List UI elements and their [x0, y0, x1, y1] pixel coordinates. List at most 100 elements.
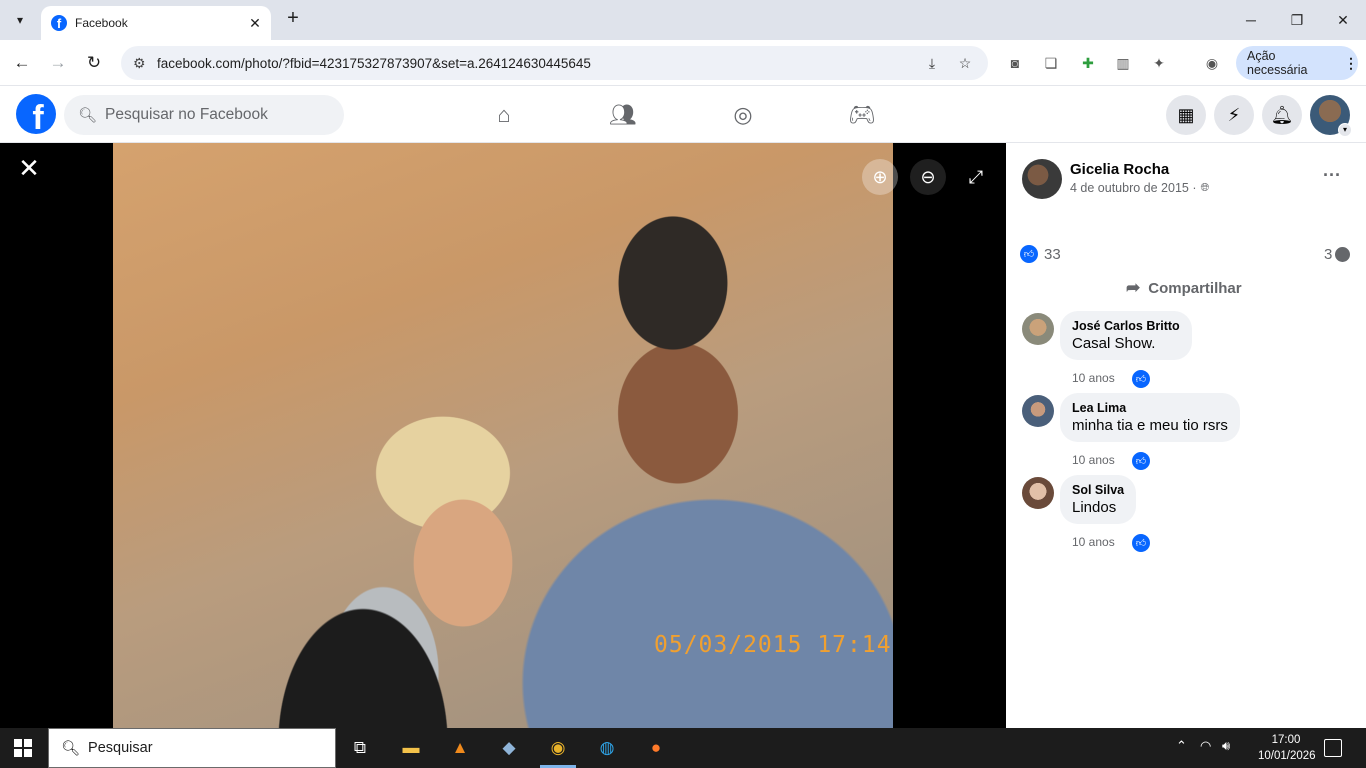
chevron-down-icon: ▾: [1338, 123, 1352, 137]
gaming-tab-icon[interactable]: 🎮︎: [848, 101, 876, 129]
comment-count: 3: [1324, 246, 1333, 263]
install-app-icon[interactable]: ⤓: [922, 53, 942, 73]
trash-icon[interactable]: ▥: [1113, 53, 1133, 73]
like-icon: 👍︎: [1020, 245, 1038, 263]
reaction-count: 33: [1044, 245, 1061, 263]
url-text[interactable]: facebook.com/photo/?fbid=423175327873907…: [157, 56, 591, 71]
tray-chevron-up-icon[interactable]: ⌃: [1176, 738, 1187, 754]
comment-bubble-icon: [1335, 247, 1351, 262]
commenter-name[interactable]: Sol Silva: [1072, 483, 1124, 497]
profile-icon[interactable]: ◉: [1202, 53, 1222, 73]
comment-time[interactable]: 10 anos: [1072, 453, 1115, 467]
commenter-avatar[interactable]: [1022, 313, 1054, 345]
comment-item: José Carlos Britto Casal Show. 10 anos 👍…: [1022, 311, 1352, 395]
close-viewer-icon[interactable]: ✕: [16, 155, 42, 181]
chrome-icon[interactable]: ◉: [543, 734, 573, 762]
author-avatar[interactable]: [1022, 159, 1062, 199]
reload-button[interactable]: ↻: [82, 51, 106, 75]
commenter-avatar[interactable]: [1022, 395, 1054, 427]
address-bar[interactable]: ⚙ facebook.com/photo/?fbid=4231753278739…: [121, 46, 988, 80]
minimize-window-button[interactable]: ─: [1236, 8, 1266, 32]
notifications-button[interactable]: 🔔︎: [1262, 95, 1302, 135]
share-arrow-icon: ➦: [1126, 278, 1141, 297]
bookmark-star-icon[interactable]: ☆: [955, 53, 975, 73]
taskbar-search-placeholder: Pesquisar: [88, 740, 153, 756]
clock-time: 17:00: [1271, 734, 1301, 746]
windows-taskbar: 🔍︎ Pesquisar ⧉ ▬ ▲ ◆ ◉ ◍ ● ⌃ ◠ 🔊︎ 17:00 …: [0, 728, 1366, 768]
facebook-search-input[interactable]: 🔍︎ Pesquisar no Facebook: [64, 95, 344, 135]
messenger-icon: ⚡︎: [1227, 104, 1241, 125]
home-tab-icon[interactable]: ⌂: [490, 101, 518, 129]
photo-image: 05/03/2015 17:14: [113, 143, 893, 728]
extensions-puzzle-icon[interactable]: ✦: [1149, 53, 1169, 73]
notes-app-icon[interactable]: ◆: [494, 734, 524, 762]
account-avatar[interactable]: ▾: [1310, 95, 1352, 137]
search-icon: 🔍︎: [78, 107, 98, 124]
action-required-label: Ação necessária: [1247, 49, 1308, 77]
taskbar-search-input[interactable]: 🔍︎ Pesquisar: [48, 728, 336, 768]
facebook-favicon-icon: f: [51, 15, 67, 31]
browser-tab-facebook[interactable]: f Facebook ✕: [41, 6, 271, 40]
search-icon: 🔍︎: [61, 740, 81, 757]
volume-icon[interactable]: 🔊︎: [1222, 738, 1230, 754]
back-button[interactable]: ←: [10, 51, 34, 75]
firefox-icon[interactable]: ●: [641, 734, 671, 762]
photo-date-stamp: 05/03/2015 17:14: [654, 632, 892, 658]
camera-icon[interactable]: ◙: [1005, 53, 1025, 73]
windows-start-icon[interactable]: [14, 739, 32, 757]
browser-toolbar: ← → ↻ ⚙ facebook.com/photo/?fbid=4231753…: [0, 40, 1366, 86]
arrow-left-icon: ←: [13, 53, 31, 72]
fullscreen-icon[interactable]: ⤢: [958, 159, 994, 195]
vlc-icon[interactable]: ▲: [445, 734, 475, 762]
taskbar-clock[interactable]: 17:00 10/01/2026: [1258, 732, 1316, 764]
network-icon[interactable]: ◠: [1200, 738, 1211, 754]
facebook-logo-icon[interactable]: f: [16, 94, 56, 134]
comment-text: minha tia e meu tio rsrs: [1072, 417, 1228, 434]
forward-button[interactable]: →: [46, 51, 70, 75]
comment-time[interactable]: 10 anos: [1072, 535, 1115, 549]
comment-item: Lea Lima minha tia e meu tio rsrs 10 ano…: [1022, 393, 1352, 477]
browser-tab-bar: ▾ f Facebook ✕ + ─ ❐ ✕: [0, 0, 1366, 40]
menu-grid-button[interactable]: ▦: [1166, 95, 1206, 135]
reactions-summary[interactable]: 👍︎ 33: [1020, 245, 1061, 263]
more-vertical-icon: ⋮: [1344, 54, 1358, 71]
messenger-button[interactable]: ⚡︎: [1214, 95, 1254, 135]
search-placeholder: Pesquisar no Facebook: [105, 106, 268, 123]
file-explorer-icon[interactable]: ▬: [396, 734, 426, 762]
arrow-right-icon: →: [49, 53, 67, 72]
comment-time[interactable]: 10 anos: [1072, 371, 1115, 385]
action-required-button[interactable]: Ação necessária ⋮: [1236, 46, 1358, 80]
post-date-text: 4 de outubro de 2015 ·: [1070, 181, 1197, 195]
zoom-in-icon[interactable]: ⊕: [862, 159, 898, 195]
post-options-button[interactable]: ···: [1318, 165, 1346, 189]
comment-text: Casal Show.: [1072, 335, 1156, 352]
comment-item: Sol Silva Lindos 10 anos 👍︎: [1022, 475, 1352, 559]
edge-icon[interactable]: ◍: [592, 734, 622, 762]
comment-count-button[interactable]: 3: [1324, 246, 1351, 263]
author-name[interactable]: Gicelia Rocha: [1070, 161, 1169, 178]
comment-bubble: Lea Lima minha tia e meu tio rsrs: [1060, 393, 1240, 442]
zoom-out-icon[interactable]: ⊖: [910, 159, 946, 195]
notification-center-icon[interactable]: [1324, 739, 1342, 757]
bell-icon: 🔔︎: [1270, 104, 1294, 125]
like-icon: 👍︎: [1130, 532, 1152, 554]
commenter-name[interactable]: José Carlos Britto: [1072, 319, 1180, 333]
extension-plus-icon[interactable]: ✚: [1078, 53, 1098, 73]
task-view-icon[interactable]: ⧉: [345, 734, 375, 762]
copy-icon[interactable]: ❏: [1041, 53, 1061, 73]
close-window-button[interactable]: ✕: [1328, 8, 1358, 32]
friends-tab-icon[interactable]: 👥︎: [609, 101, 637, 129]
share-button[interactable]: ➦ Compartilhar: [1126, 277, 1242, 299]
tab-title: Facebook: [75, 16, 128, 30]
post-date[interactable]: 4 de outubro de 2015 · 🌐︎: [1070, 181, 1209, 195]
site-info-icon[interactable]: ⚙: [133, 55, 151, 72]
restore-window-button[interactable]: ❐: [1282, 8, 1312, 32]
commenter-avatar[interactable]: [1022, 477, 1054, 509]
like-icon: 👍︎: [1130, 450, 1152, 472]
commenter-name[interactable]: Lea Lima: [1072, 401, 1228, 415]
close-tab-icon[interactable]: ✕: [247, 15, 263, 32]
new-tab-button[interactable]: +: [282, 8, 304, 30]
comment-text: Lindos: [1072, 499, 1117, 516]
tab-search-button[interactable]: ▾: [7, 7, 33, 33]
groups-tab-icon[interactable]: ◎: [729, 101, 757, 129]
